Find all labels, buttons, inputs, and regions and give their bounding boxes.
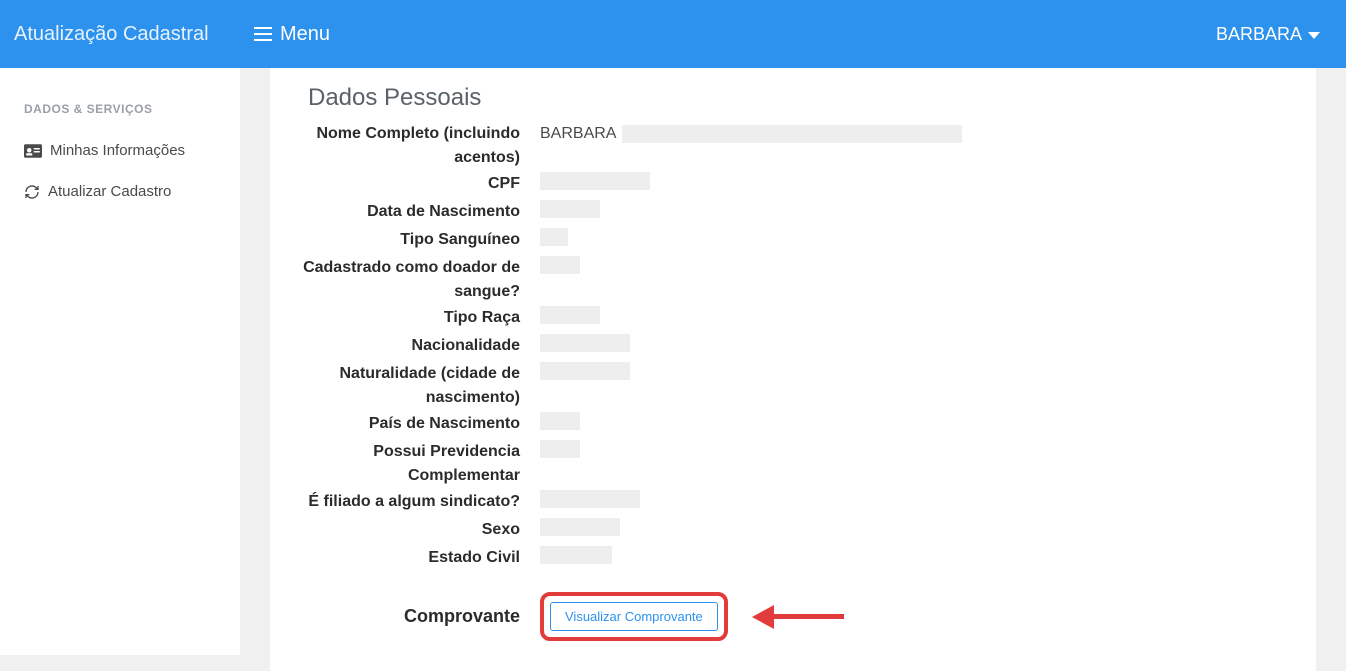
label-nacionalidade: Nacionalidade [290,334,540,358]
value-pais-nascimento [540,412,1296,438]
redacted-block [540,440,580,458]
value-tipo-sanguineo [540,228,1296,254]
content-card: Dados Pessoais Nome Completo (incluindo … [270,68,1316,671]
redacted-block [540,490,640,508]
label-tipo-sanguineo: Tipo Sanguíneo [290,228,540,252]
row-sindicato: É filiado a algum sindicato? [290,490,1296,516]
highlight-annotation: Visualizar Comprovante [540,592,728,641]
redacted-block [540,172,650,190]
sidebar-item-label: Minhas Informações [50,142,185,159]
sidebar: DADOS & SERVIÇOS Minhas Informações Atua… [0,68,240,655]
label-comprovante: Comprovante [290,606,540,627]
row-data-nascimento: Data de Nascimento [290,200,1296,226]
row-naturalidade: Naturalidade (cidade de nascimento) [290,362,1296,410]
visualizar-comprovante-button[interactable]: Visualizar Comprovante [550,602,718,631]
value-cpf [540,172,1296,198]
menu-label: Menu [280,23,330,46]
label-tipo-raca: Tipo Raça [290,306,540,330]
label-sexo: Sexo [290,518,540,542]
redacted-block [540,334,630,352]
value-estado-civil [540,546,1296,572]
label-cpf: CPF [290,172,540,196]
redacted-block [540,228,568,246]
user-dropdown[interactable]: BARBARA [1216,24,1346,45]
user-name: BARBARA [1216,24,1302,45]
row-comprovante: Comprovante Visualizar Comprovante [290,592,1296,641]
row-nacionalidade: Nacionalidade [290,334,1296,360]
label-nome-completo: Nome Completo (incluindo acentos) [290,122,540,170]
arrow-annotation [752,605,844,629]
sidebar-item-minhas-informacoes[interactable]: Minhas Informações [0,130,240,171]
sidebar-item-label: Atualizar Cadastro [48,183,171,200]
value-naturalidade [540,362,1296,388]
hamburger-icon [254,27,272,41]
label-pais-nascimento: País de Nascimento [290,412,540,436]
row-cpf: CPF [290,172,1296,198]
row-tipo-raca: Tipo Raça [290,306,1296,332]
row-estado-civil: Estado Civil [290,546,1296,572]
top-header: Atualização Cadastral Menu BARBARA [0,0,1346,68]
label-doador: Cadastrado como doador de sangue? [290,256,540,304]
row-nome-completo: Nome Completo (incluindo acentos) BARBAR… [290,122,1296,170]
redacted-block [540,200,600,218]
redacted-block [622,125,962,143]
brand-title: Atualização Cadastral [0,0,240,68]
sidebar-item-atualizar-cadastro[interactable]: Atualizar Cadastro [0,171,240,212]
label-data-nascimento: Data de Nascimento [290,200,540,224]
redacted-block [540,256,580,274]
label-previdencia: Possui Previdencia Complementar [290,440,540,488]
value-doador [540,256,1296,282]
section-title: Dados Pessoais [290,84,1296,112]
main-container: DADOS & SERVIÇOS Minhas Informações Atua… [0,68,1346,655]
redacted-block [540,412,580,430]
label-naturalidade: Naturalidade (cidade de nascimento) [290,362,540,410]
row-previdencia: Possui Previdencia Complementar [290,440,1296,488]
redacted-block [540,362,630,380]
redacted-block [540,546,612,564]
value-nacionalidade [540,334,1296,360]
value-nome-completo: BARBARA [540,122,1296,146]
label-estado-civil: Estado Civil [290,546,540,570]
redacted-block [540,518,620,536]
value-sindicato [540,490,1296,516]
content-area: Dados Pessoais Nome Completo (incluindo … [240,68,1346,655]
row-sexo: Sexo [290,518,1296,544]
menu-button[interactable]: Menu [254,23,330,46]
refresh-icon [24,184,40,200]
label-sindicato: É filiado a algum sindicato? [290,490,540,514]
row-doador: Cadastrado como doador de sangue? [290,256,1296,304]
sidebar-heading: DADOS & SERVIÇOS [0,88,240,130]
value-previdencia [540,440,1296,466]
value-tipo-raca [540,306,1296,332]
value-data-nascimento [540,200,1296,226]
chevron-down-icon [1308,32,1320,39]
row-pais-nascimento: País de Nascimento [290,412,1296,438]
row-tipo-sanguineo: Tipo Sanguíneo [290,228,1296,254]
value-sexo [540,518,1296,544]
redacted-block [540,306,600,324]
card-icon [24,144,42,158]
